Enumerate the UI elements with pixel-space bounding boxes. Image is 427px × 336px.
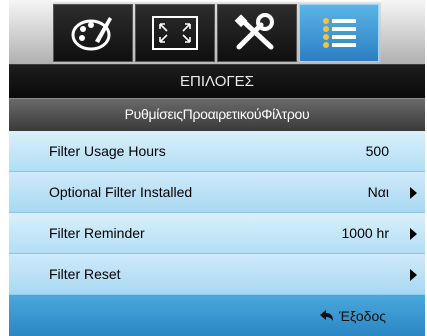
row-label: Filter Reminder (49, 225, 145, 241)
settings-list: Filter Usage Hours 500 Optional Filter I… (9, 131, 425, 295)
footer-bar: Έξοδος (9, 294, 425, 336)
tab-bar (9, 0, 425, 64)
options-list-icon (323, 18, 356, 48)
osd-menu: ΕΠΙΛΟΓΕΣ ΡυθμίσειςΠροαιρετικούΦίλτρου Fi… (9, 0, 425, 336)
tab-options[interactable] (299, 4, 379, 62)
tab-setup[interactable] (217, 4, 297, 62)
row-label: Filter Reset (49, 266, 121, 282)
tools-icon (234, 13, 274, 50)
row-filter-usage-hours[interactable]: Filter Usage Hours 500 (9, 131, 425, 172)
tab-image[interactable] (53, 4, 133, 62)
row-label: Filter Usage Hours (49, 143, 166, 159)
chevron-right-icon (410, 228, 417, 240)
row-value: Ναι (367, 184, 389, 200)
row-value: 500 (365, 143, 389, 159)
tab-display[interactable] (135, 4, 215, 62)
chevron-right-icon (410, 187, 417, 199)
row-filter-reminder[interactable]: Filter Reminder 1000 hr (9, 213, 425, 254)
menu-title: ΕΠΙΛΟΓΕΣ (9, 64, 425, 98)
row-optional-filter-installed[interactable]: Optional Filter Installed Ναι (9, 172, 425, 213)
return-arrow-icon (320, 309, 334, 321)
row-label: Optional Filter Installed (49, 184, 193, 200)
row-filter-reset[interactable]: Filter Reset (9, 254, 425, 295)
chevron-right-icon (410, 269, 417, 281)
row-value: 1000 hr (341, 225, 389, 241)
menu-subtitle: ΡυθμίσειςΠροαιρετικούΦίλτρου (9, 98, 425, 131)
palette-icon (71, 17, 112, 51)
screen-resize-icon (152, 16, 198, 50)
exit-label: Έξοδος (339, 307, 386, 324)
exit-button[interactable]: Έξοδος (320, 295, 386, 336)
tab-bar-cap-right (381, 0, 425, 64)
tab-bar-cap-left (9, 0, 53, 64)
